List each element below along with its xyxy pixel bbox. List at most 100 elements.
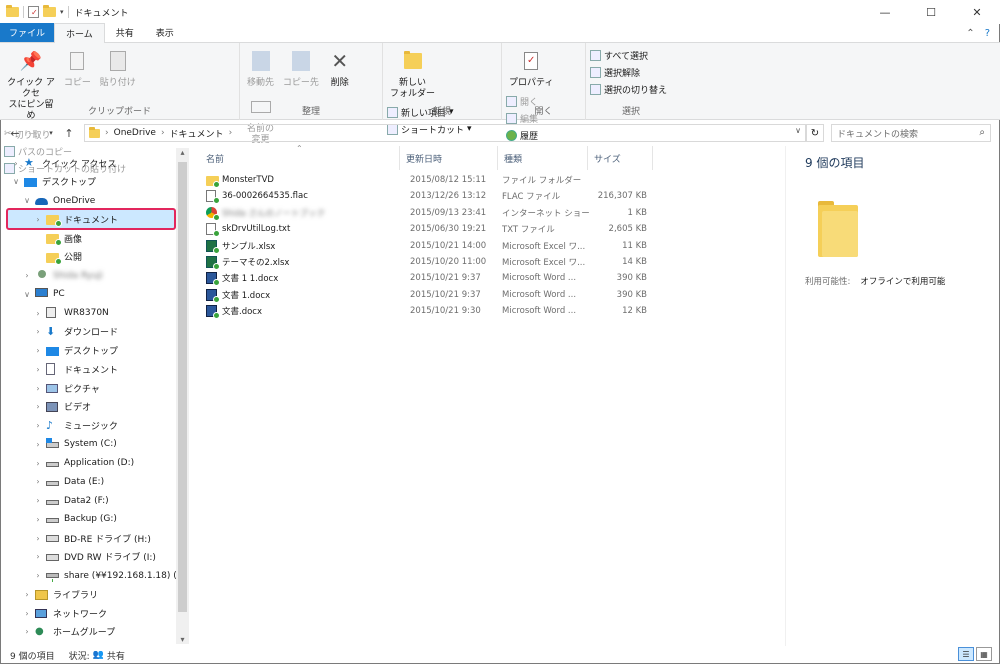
scroll-down-icon[interactable]: ▾ bbox=[176, 635, 189, 644]
chevron-right-icon[interactable]: › bbox=[32, 327, 44, 336]
nav-item[interactable]: › デスクトップ bbox=[32, 342, 118, 360]
file-row[interactable]: 文書.docx 2015/10/21 9:30 Microsoft Word ...… bbox=[190, 303, 784, 320]
properties-icon[interactable]: ✓ bbox=[28, 6, 39, 18]
chevron-right-icon[interactable]: › bbox=[32, 496, 44, 505]
collapse-ribbon-icon[interactable]: ⌃ bbox=[966, 28, 974, 39]
copy-to-button[interactable]: コピー先 bbox=[280, 45, 322, 91]
maximize-button[interactable]: ☐ bbox=[908, 0, 954, 24]
file-row[interactable]: テーマその2.xlsx 2015/10/20 11:00 Microsoft Exc… bbox=[190, 254, 784, 270]
address-dropdown-icon[interactable]: ∨ bbox=[795, 126, 801, 135]
nav-item[interactable]: › ドキュメント bbox=[32, 210, 118, 228]
nav-item[interactable]: › ネットワーク bbox=[21, 604, 107, 622]
chevron-down-icon[interactable]: ∨ bbox=[21, 290, 33, 299]
chevron-right-icon[interactable]: › bbox=[21, 271, 33, 280]
search-input[interactable]: ドキュメントの検索 ⌕ bbox=[831, 124, 991, 142]
chevron-right-icon[interactable]: › bbox=[32, 309, 44, 318]
chevron-right-icon[interactable]: › bbox=[32, 215, 44, 224]
chevron-right-icon[interactable]: › bbox=[32, 459, 44, 468]
move-to-button[interactable]: 移動先 bbox=[244, 45, 277, 91]
details-view-button[interactable]: ☰ bbox=[958, 647, 974, 661]
nav-item[interactable]: › ピクチャ bbox=[32, 379, 100, 397]
recent-locations-button[interactable]: ▾ bbox=[42, 129, 60, 137]
properties-button[interactable]: ✓ プロパティ bbox=[506, 45, 556, 91]
nav-item[interactable]: › ビデオ bbox=[32, 398, 91, 416]
nav-item[interactable]: › DVD RW ドライブ (I:) bbox=[32, 548, 156, 566]
file-row[interactable]: 文書 1.docx 2015/10/21 9:37 Microsoft Word .… bbox=[190, 287, 784, 303]
column-header-date[interactable]: 更新日時 bbox=[400, 146, 498, 170]
chevron-right-icon[interactable]: › bbox=[32, 440, 44, 449]
nav-item[interactable]: › ★ クイック アクセス bbox=[10, 154, 116, 172]
tab-view[interactable]: 表示 bbox=[145, 23, 185, 42]
tab-file[interactable]: ファイル bbox=[0, 23, 55, 42]
large-icons-view-button[interactable]: ▦ bbox=[976, 647, 992, 661]
chevron-right-icon[interactable]: › bbox=[21, 590, 33, 599]
chevron-right-icon[interactable]: › bbox=[21, 627, 33, 636]
column-header-size[interactable]: サイズ bbox=[588, 146, 653, 170]
chevron-right-icon[interactable]: › bbox=[32, 402, 44, 411]
paste-button[interactable]: 貼り付け bbox=[97, 45, 139, 91]
nav-item[interactable]: › Application (D:) bbox=[32, 454, 134, 472]
file-row[interactable]: Shida さんのノートブック 2015/09/13 23:41 インターネット シ… bbox=[190, 205, 784, 221]
file-row[interactable]: MonsterTVD 2015/08/12 15:11 ファイル フォルダー bbox=[190, 172, 784, 188]
nav-item[interactable]: ∨ デスクトップ bbox=[10, 173, 96, 191]
refresh-button[interactable]: ↻ bbox=[806, 124, 824, 142]
nav-item[interactable]: › ⬇ ダウンロード bbox=[32, 323, 118, 341]
nav-item[interactable]: 公開 bbox=[32, 248, 82, 266]
nav-item[interactable]: › ドキュメント bbox=[32, 360, 118, 378]
nav-item[interactable]: ∨ OneDrive bbox=[21, 192, 95, 210]
nav-item[interactable]: › WR8370N bbox=[32, 304, 109, 322]
customize-qat-icon[interactable]: ▾ bbox=[60, 8, 64, 16]
file-row[interactable]: サンプル.xlsx 2015/10/21 14:00 Microsoft Excel… bbox=[190, 238, 784, 254]
nav-item[interactable]: › ライブラリ bbox=[21, 585, 98, 603]
chevron-right-icon[interactable]: › bbox=[32, 365, 44, 374]
address-box[interactable]: › OneDrive › ドキュメント › ∨ bbox=[84, 124, 806, 142]
copy-button[interactable]: コピー bbox=[61, 45, 94, 91]
nav-item[interactable]: ∨ PC bbox=[21, 285, 65, 303]
chevron-right-icon[interactable]: › bbox=[32, 384, 44, 393]
help-icon[interactable]: ? bbox=[985, 28, 990, 39]
nav-item[interactable]: › ♪ ミュージック bbox=[32, 417, 117, 435]
nav-item[interactable]: › Backup (G:) bbox=[32, 510, 117, 528]
chevron-right-icon[interactable]: › bbox=[32, 421, 44, 430]
breadcrumb-onedrive[interactable]: OneDrive bbox=[114, 128, 156, 138]
nav-item[interactable]: › share (¥¥192.168.1.18) (Z:) bbox=[32, 567, 189, 585]
chevron-right-icon[interactable]: › bbox=[32, 552, 44, 561]
nav-item[interactable]: › Data2 (F:) bbox=[32, 492, 108, 510]
nav-item[interactable]: › Data (E:) bbox=[32, 473, 104, 491]
breadcrumb-documents[interactable]: ドキュメント bbox=[170, 127, 224, 140]
file-row[interactable]: 文書 1 1.docx 2015/10/21 9:37 Microsoft Word… bbox=[190, 270, 784, 287]
minimize-button[interactable]: — bbox=[862, 0, 908, 24]
chevron-down-icon[interactable]: ∨ bbox=[21, 196, 33, 205]
select-all-button[interactable]: すべて選択 bbox=[590, 48, 667, 62]
invert-selection-button[interactable]: 選択の切り替え bbox=[590, 82, 667, 96]
tab-home[interactable]: ホーム bbox=[54, 23, 105, 43]
scroll-thumb[interactable] bbox=[178, 162, 187, 612]
nav-item[interactable]: 画像 bbox=[32, 229, 82, 247]
chevron-right-icon[interactable]: › bbox=[32, 346, 44, 355]
chevron-right-icon[interactable]: › bbox=[32, 477, 44, 486]
chevron-right-icon[interactable]: › bbox=[32, 515, 44, 524]
forward-button[interactable]: → bbox=[24, 127, 42, 140]
close-button[interactable]: ✕ bbox=[954, 0, 1000, 24]
nav-scrollbar[interactable]: ▴ ▾ bbox=[176, 148, 189, 644]
nav-item[interactable]: › ● ホームグループ bbox=[21, 623, 115, 641]
column-header-name[interactable]: 名前 ⌃ bbox=[200, 144, 400, 170]
chevron-right-icon[interactable]: › bbox=[10, 159, 22, 168]
nav-item[interactable]: › Shida Ryuji bbox=[21, 267, 103, 285]
delete-button[interactable]: ✕ 削除 bbox=[325, 45, 355, 91]
chevron-right-icon[interactable]: › bbox=[32, 571, 44, 580]
tab-share[interactable]: 共有 bbox=[105, 23, 145, 42]
new-folder-button[interactable]: 新しい フォルダー bbox=[387, 45, 438, 102]
nav-item[interactable]: › BD-RE ドライブ (H:) bbox=[32, 529, 150, 547]
up-button[interactable]: ↑ bbox=[60, 127, 78, 140]
select-none-button[interactable]: 選択解除 bbox=[590, 65, 667, 79]
scroll-up-icon[interactable]: ▴ bbox=[176, 148, 189, 157]
column-header-type[interactable]: 種類 bbox=[498, 146, 588, 170]
back-button[interactable]: ← bbox=[6, 127, 24, 140]
chevron-right-icon[interactable]: › bbox=[32, 534, 44, 543]
file-row[interactable]: 36-0002664535.flac 2013/12/26 13:12 FLAC フ… bbox=[190, 188, 784, 205]
new-folder-icon[interactable] bbox=[43, 5, 56, 17]
chevron-down-icon[interactable]: ∨ bbox=[10, 177, 22, 186]
chevron-right-icon[interactable]: › bbox=[21, 609, 33, 618]
nav-item[interactable]: › System (C:) bbox=[32, 435, 117, 453]
